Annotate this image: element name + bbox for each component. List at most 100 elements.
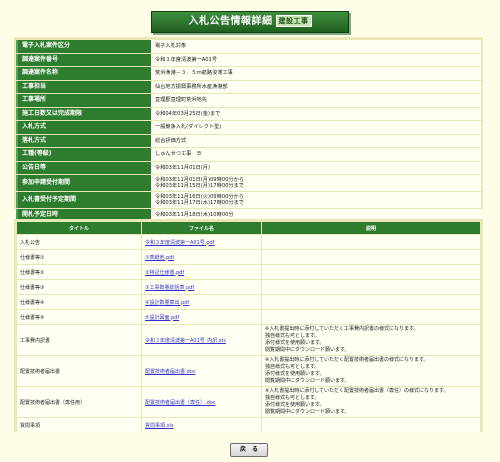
- attachment-file-link[interactable]: 令和３年度清波第一A01号.pdf: [145, 240, 214, 246]
- attachment-description-line: ※入札書提出時に添付していただく配置技術者届出書（専任）の様式になります。: [265, 387, 449, 394]
- attachment-row: 配置技術者届出書（専任用） 配置技術者届出書（専任）.doc ※入札書提出時に添付し…: [17, 387, 480, 417]
- page: 入札公告情報詳細 建設工事 電子入札案件区分 電子入札対象 調達案件番号 令和３年度清波…: [0, 0, 500, 462]
- attachment-title: 入札公告: [17, 235, 141, 249]
- attachment-file-link[interactable]: ①表紙他.pdf: [145, 255, 174, 261]
- column-header-file: ファイル名: [142, 222, 261, 234]
- info-row: 調達案件名称 荒浜漁港－３．５ｍ航路浚渫工事: [16, 67, 481, 80]
- attachment-row: 入札公告 令和３年度清波第一A01号.pdf: [17, 235, 480, 249]
- info-row: 工事担当 仙台地方振興事務所水産漁港部: [16, 80, 481, 93]
- attachment-title: 仕様書等④: [17, 295, 141, 309]
- back-button[interactable]: 戻 る: [230, 443, 268, 457]
- attachment-description: [262, 295, 480, 309]
- info-label: 入札方式: [16, 121, 151, 134]
- info-value: 一般競争入札(ダイレクト型): [151, 121, 481, 134]
- attachment-file-cell: ④設計数量算出.pdf: [142, 295, 261, 309]
- attachment-description-line: ※入札書提出時に添付していただく工事費内訳書の様式になります。: [265, 325, 419, 332]
- info-value: 令和03年11月01日(月)09時00分から 令和03年11月15日(月)17時0…: [151, 175, 481, 191]
- info-label: 公告日等: [16, 161, 151, 174]
- attachment-file-link[interactable]: ⑤設計図面.pdf: [145, 315, 179, 321]
- bid-info-table: 電子入札案件区分 電子入札対象 調達案件番号 令和３年度清波第一A01号 調達案件名称荒…: [16, 39, 481, 223]
- info-row: 電子入札案件区分 電子入札対象: [16, 40, 481, 53]
- attachment-file-cell: 令和３年度清波第一A01号_内訳.xls: [142, 325, 261, 355]
- attachment-row: 工事費内訳書 令和３年度清波第一A01号_内訳.xls ※入札書提出時に添付していた…: [17, 325, 480, 355]
- attachment-description-line: 閲覧期間中にダウンロード願います。: [265, 378, 350, 385]
- info-label: 電子入札案件区分: [16, 40, 151, 53]
- info-value: しゅんせつ工事 Ｂ: [151, 148, 481, 161]
- info-value: 亘理郡亘理町荒浜地先: [151, 94, 481, 107]
- attachment-file-cell: ⑤設計図面.pdf: [142, 310, 261, 324]
- info-row: 調達案件番号 令和３年度清波第一A01号: [16, 53, 481, 66]
- attachment-description: [262, 265, 480, 279]
- attachment-row: 仕様書等③ ③工事数量総括表.pdf: [17, 280, 480, 294]
- attachment-file-link[interactable]: 質問事項.xls: [145, 423, 174, 429]
- info-row: 落札方式 総合評価方式: [16, 134, 481, 147]
- attachment-description-line: 独自様式も可とします。: [265, 394, 320, 401]
- attachment-description-line: 閲覧期間中にダウンロード願います。: [265, 409, 350, 416]
- attachment-file-link[interactable]: 配置技術者届出書.doc: [145, 369, 196, 375]
- info-row: 参加申請受付期間 令和03年11月01日(月)09時00分から 令和03年11月15…: [16, 175, 481, 191]
- bid-info-panel: 電子入札案件区分 電子入札対象 調達案件番号 令和３年度清波第一A01号 調達案件名称荒…: [14, 37, 483, 222]
- attachment-row: 仕様書等④ ④設計数量算出.pdf: [17, 295, 480, 309]
- info-label: 調達案件番号: [16, 53, 151, 66]
- column-header-title: タイトル: [17, 222, 141, 234]
- info-value-line: 令和03年11月17日(水)17時00分まで: [155, 200, 244, 206]
- attachment-description: ※入札書提出時に添付していただく配置技術者届出書（専任）の様式になります。 独自様…: [262, 387, 480, 417]
- info-value: 総合評価方式: [151, 134, 481, 147]
- info-label: 落札方式: [16, 134, 151, 147]
- attachment-row: 仕様書等⑤ ⑤設計図面.pdf: [17, 310, 480, 324]
- attachment-file-cell: 配置技術者届出書（専任）.doc: [142, 387, 261, 417]
- attachments-header-row: タイトル ファイル名 説明: [17, 222, 480, 234]
- attachment-file-link[interactable]: 配置技術者届出書（専任）.doc: [145, 400, 216, 406]
- column-header-description: 説明: [262, 222, 480, 234]
- info-value: 令和03年11月01日(月): [151, 161, 481, 174]
- attachment-file-cell: 配置技術者届出書.doc: [142, 356, 261, 386]
- attachment-title: 配置技術者届出書: [17, 356, 141, 386]
- info-value: 荒浜漁港－３．５ｍ航路浚渫工事: [151, 67, 481, 80]
- attachment-file-cell: 令和３年度清波第一A01号.pdf: [142, 235, 261, 249]
- info-label: 施工日数又は完成期限: [16, 107, 151, 120]
- category-tag: 建設工事: [275, 15, 312, 27]
- attachment-description: [262, 235, 480, 249]
- attachment-description-line: ※入札書提出時に添付していただく配置技術者届出書の様式になります。: [265, 356, 429, 363]
- attachment-description-line: 独自様式も可とします。: [265, 363, 320, 370]
- attachment-description-line: 閲覧期間中にダウンロード願います。: [265, 347, 350, 354]
- attachment-row: 仕様書等② ②特記仕様書.pdf: [17, 265, 480, 279]
- attachment-description: [262, 310, 480, 324]
- info-row: 入札方式 一般競争入札(ダイレクト型): [16, 121, 481, 134]
- attachments-panel: タイトル ファイル名 説明 入札公告 令和３年度清波第一A01号.pdf 仕様書等①…: [14, 219, 483, 432]
- page-title: 入札公告情報詳細: [188, 16, 273, 27]
- attachment-file-link[interactable]: 令和３年度清波第一A01号_内訳.xls: [145, 338, 226, 344]
- info-value: 仙台地方振興事務所水産漁港部: [151, 80, 481, 93]
- info-label: 調達案件名称: [16, 67, 151, 80]
- attachment-title: 仕様書等②: [17, 265, 141, 279]
- attachment-title: 質問事項: [17, 418, 141, 432]
- attachment-file-cell: ③工事数量総括表.pdf: [142, 280, 261, 294]
- page-title-banner: 入札公告情報詳細 建設工事: [151, 11, 349, 33]
- attachment-title: 仕様書等①: [17, 250, 141, 264]
- info-label: 工種(等級): [16, 148, 151, 161]
- info-label: 参加申請受付期間: [16, 175, 151, 191]
- info-value: 令和04年03月25日(金)まで: [151, 107, 481, 120]
- info-row: 工種(等級) しゅんせつ工事 Ｂ: [16, 148, 481, 161]
- attachment-description-line: 独自様式も可とします。: [265, 332, 320, 339]
- info-label: 入札書受付予定期間: [16, 192, 151, 208]
- info-row: 入札書受付予定期間 令和03年11月16日(火)09時00分から 令和03年11月1…: [16, 192, 481, 208]
- info-value-line: 令和03年11月15日(月)17時00分まで: [155, 183, 244, 189]
- attachment-title: 仕様書等③: [17, 280, 141, 294]
- info-value: 令和３年度清波第一A01号: [151, 53, 481, 66]
- attachment-file-cell: ②特記仕様書.pdf: [142, 265, 261, 279]
- attachment-file-link[interactable]: ②特記仕様書.pdf: [145, 270, 184, 276]
- attachment-row: 配置技術者届出書 配置技術者届出書.doc ※入札書提出時に添付していただく配置技術…: [17, 356, 480, 386]
- attachment-file-link[interactable]: ③工事数量総括表.pdf: [145, 285, 194, 291]
- attachment-row: 仕様書等① ①表紙他.pdf: [17, 250, 480, 264]
- attachment-file-link[interactable]: ④設計数量算出.pdf: [145, 300, 189, 306]
- attachment-title: 工事費内訳書: [17, 325, 141, 355]
- attachment-title: 配置技術者届出書（専任用）: [17, 387, 141, 417]
- info-value: 電子入札対象: [151, 40, 481, 53]
- attachment-row: 質問事項 質問事項.xls: [17, 418, 480, 432]
- info-value: 令和03年11月16日(火)09時00分から 令和03年11月17日(水)17時0…: [151, 192, 481, 208]
- info-row: 施工日数又は完成期限 令和04年03月25日(金)まで: [16, 107, 481, 120]
- attachment-description: ※入札書提出時に添付していただく配置技術者届出書の様式になります。 独自様式も可と…: [262, 356, 480, 386]
- attachment-description: ※入札書提出時に添付していただく工事費内訳書の様式になります。 独自様式も可としま…: [262, 325, 480, 355]
- info-label: 工事担当: [16, 80, 151, 93]
